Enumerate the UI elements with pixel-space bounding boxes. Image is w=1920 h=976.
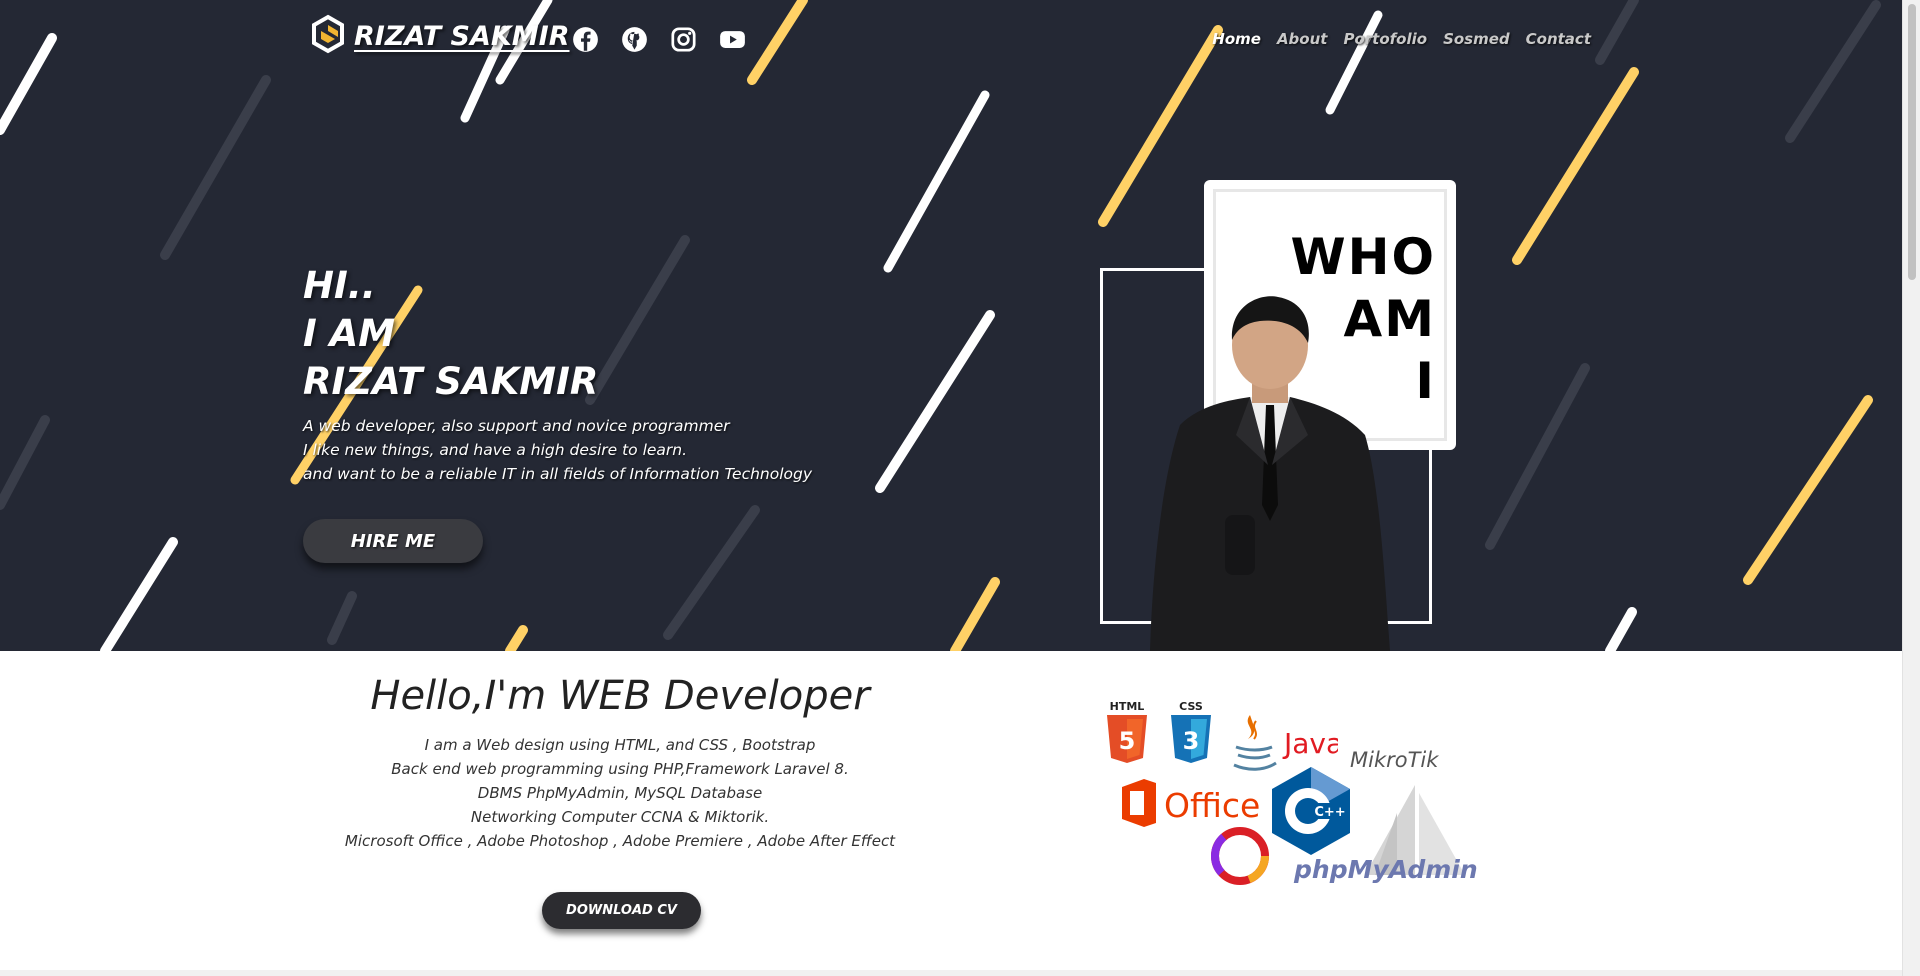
nav-sosmed[interactable]: Sosmed [1443, 30, 1510, 48]
decorative-streaks [0, 0, 1881, 651]
cpp-icon: C++ [1268, 765, 1354, 861]
nav-home[interactable]: Home [1212, 30, 1261, 48]
svg-text:5: 5 [1119, 727, 1136, 755]
hire-me-button[interactable]: HIRE ME [303, 519, 483, 563]
bio-line-2: I like new things, and have a high desir… [303, 441, 688, 459]
css3-icon: CSS 3 [1168, 700, 1214, 769]
hero-greeting: HI.. I AM RIZAT SAKMIR [303, 262, 598, 406]
vertical-scrollbar[interactable] [1902, 0, 1920, 976]
facebook-icon[interactable] [572, 26, 599, 53]
skill-line-4: Networking Computer CCNA & Miktorik. [470, 808, 770, 826]
skill-line-1: I am a Web design using HTML, and CSS , … [424, 736, 816, 754]
greeting-line-1: HI.. [303, 264, 376, 307]
nav-about[interactable]: About [1277, 30, 1328, 48]
nav-contact[interactable]: Contact [1526, 30, 1591, 48]
nav-portofolio[interactable]: Portofolio [1343, 30, 1427, 48]
youtube-icon[interactable] [719, 26, 746, 53]
bio-line-1: A web developer, also support and novice… [303, 417, 730, 435]
skill-line-5: Microsoft Office , Adobe Photoshop , Ado… [344, 832, 896, 850]
phpmyadmin-text: phpMyAdmin [1294, 855, 1478, 884]
instagram-icon[interactable] [670, 26, 697, 53]
github-icon[interactable] [621, 26, 648, 53]
greeting-line-2: I AM [303, 312, 396, 355]
svg-text:C++: C++ [1314, 805, 1345, 820]
svg-text:Office: Office [1164, 786, 1260, 825]
hero-bio: A web developer, also support and novice… [303, 414, 812, 486]
hero-section: RIZAT SAKMIR Home About Portofolio Sosme… [0, 0, 1902, 651]
skill-line-3: DBMS PhpMyAdmin, MySQL Database [477, 784, 763, 802]
about-title: Hello,I'm WEB Developer [370, 673, 870, 719]
social-links [572, 26, 746, 53]
adobe-cc-icon [1211, 827, 1269, 889]
bio-line-3: and want to be a reliable IT in all fiel… [303, 465, 813, 483]
html5-icon: HTML 5 [1104, 700, 1150, 769]
download-cv-button[interactable]: DOWNLOAD CV [542, 892, 701, 929]
greeting-name: RIZAT SAKMIR [303, 360, 599, 403]
hexagon-logo-icon [310, 14, 346, 58]
skill-line-2: Back end web programming using PHP,Frame… [391, 760, 849, 778]
about-section: Hello,I'm WEB Developer I am a Web desig… [0, 651, 1902, 976]
office-icon: Office [1118, 777, 1278, 833]
brand-name: RIZAT SAKMIR [354, 20, 570, 52]
horizontal-scrollbar[interactable] [0, 970, 1902, 976]
mikrotik-icon: MikroTik [1350, 748, 1439, 772]
about-skills: I am a Web design using HTML, and CSS , … [260, 733, 980, 853]
svg-text:3: 3 [1183, 727, 1200, 755]
profile-photo [1150, 296, 1390, 651]
scrollbar-thumb[interactable] [1908, 4, 1916, 280]
brand-logo-link[interactable]: RIZAT SAKMIR [310, 14, 570, 58]
svg-text:Java: Java [1282, 727, 1338, 760]
main-nav: Home About Portofolio Sosmed Contact [1212, 30, 1591, 48]
